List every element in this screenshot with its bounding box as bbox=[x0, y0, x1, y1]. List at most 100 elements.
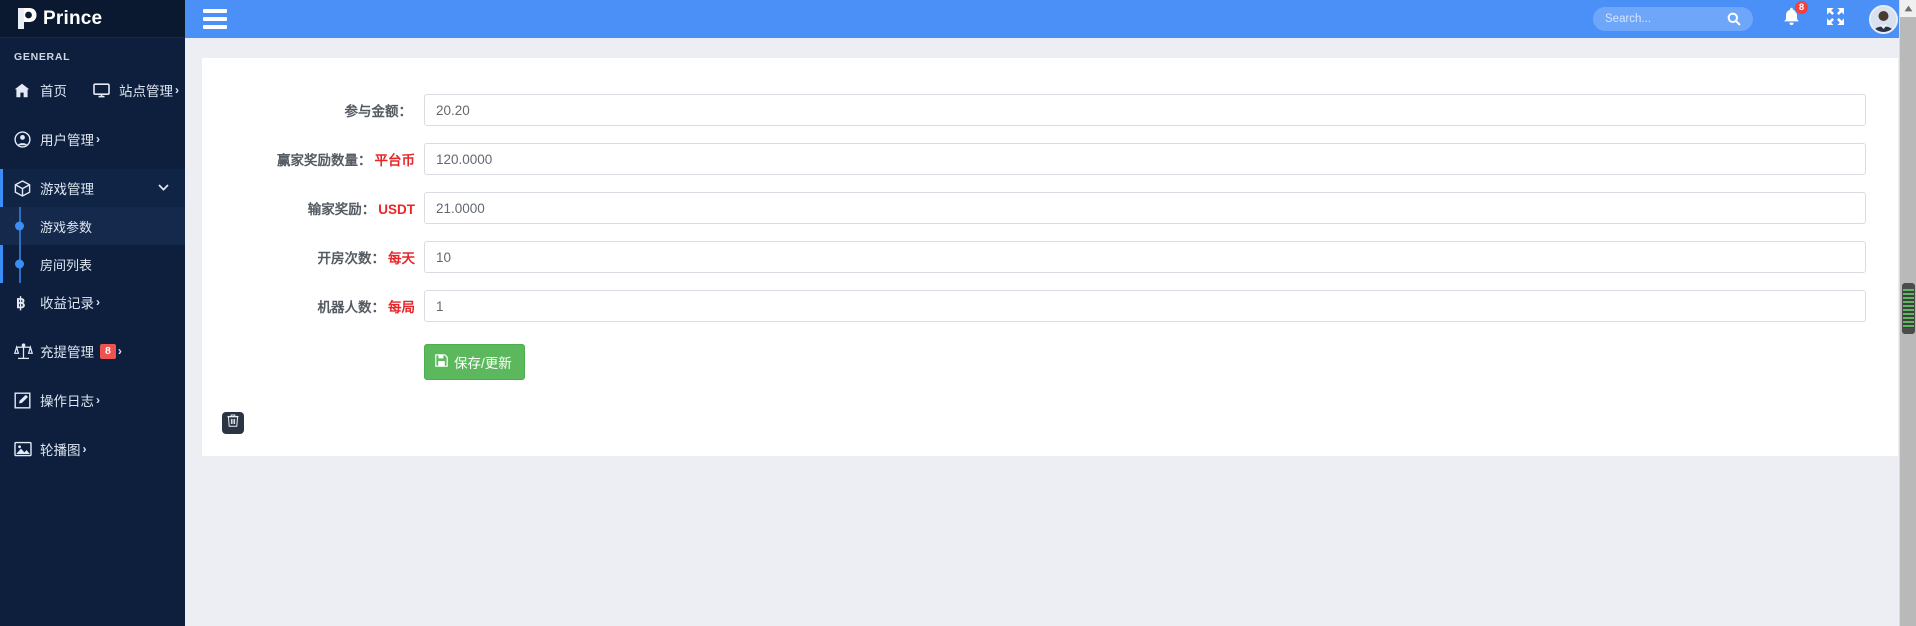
scrollbar-up-arrow-icon[interactable] bbox=[1900, 0, 1916, 17]
topbar-right-group: 8 bbox=[1593, 0, 1916, 34]
sidebar-item-income-record[interactable]: ฿ 收益记录 › bbox=[0, 283, 185, 321]
save-update-button[interactable]: 保存/更新 bbox=[424, 344, 525, 380]
sidebar-item-game-params[interactable]: 游戏参数 bbox=[0, 207, 185, 245]
sidebar-item-room-list[interactable]: 房间列表 bbox=[0, 245, 185, 283]
chevron-right-icon: › bbox=[82, 442, 87, 456]
hamburger-icon[interactable] bbox=[203, 9, 227, 29]
sidebar-item-carousel-label: 轮播图 bbox=[40, 443, 81, 458]
form-rows: 参与金额： 赢家奖励数量：平台币 bbox=[202, 94, 1898, 322]
chevron-right-icon: › bbox=[96, 295, 100, 309]
sidebar-item-income-record-label: 收益记录 bbox=[40, 296, 94, 311]
label-loser-reward-highlight: USDT bbox=[378, 202, 415, 217]
floppy-save-icon bbox=[435, 354, 448, 370]
avatar[interactable] bbox=[1869, 4, 1898, 34]
sidebar-top-row: 首页 站点管理 › bbox=[0, 71, 185, 109]
label-winner-reward-amount: 赢家奖励数量： 平台币 bbox=[202, 149, 424, 169]
sidebar-item-operation-log[interactable]: 操作日志 › bbox=[0, 381, 185, 419]
notifications-button[interactable]: 8 bbox=[1783, 0, 1809, 31]
sidebar-item-game-management[interactable]: 游戏管理 bbox=[0, 169, 185, 207]
bullet-dot-icon bbox=[15, 221, 24, 231]
sidebar-item-deposit-withdraw-label: 充提管理 bbox=[40, 345, 94, 360]
sidebar: Prince GENERAL 首页 站点管理 › 用户管理 › 游戏管理 游戏参… bbox=[0, 0, 185, 626]
form-actions: 保存/更新 bbox=[202, 344, 1898, 380]
sidebar-item-user-management[interactable]: 用户管理 › bbox=[0, 120, 185, 158]
field-loser-reward bbox=[424, 192, 1898, 224]
label-loser-reward: 输家奖励： USDT bbox=[202, 198, 424, 218]
scrollbar-thumb[interactable] bbox=[1902, 283, 1915, 334]
brand-header[interactable]: Prince bbox=[0, 0, 185, 38]
label-loser-reward-text: 输家奖励： bbox=[307, 202, 376, 217]
label-join-amount-text: 参与金额： bbox=[344, 104, 413, 119]
box-icon bbox=[14, 179, 36, 197]
search-icon[interactable] bbox=[1727, 12, 1741, 26]
sidebar-item-room-list-label: 房间列表 bbox=[40, 257, 93, 273]
field-winner-reward-amount bbox=[424, 143, 1898, 175]
label-robot-count-text: 机器人数： bbox=[317, 300, 386, 315]
chevron-right-icon: › bbox=[96, 393, 100, 407]
save-update-button-label: 保存/更新 bbox=[454, 356, 512, 371]
home-icon bbox=[14, 81, 36, 99]
page-scrollbar[interactable] bbox=[1899, 0, 1916, 626]
sidebar-item-site-management-label: 站点管理 bbox=[119, 84, 173, 99]
scales-icon bbox=[14, 342, 36, 360]
bitcoin-icon: ฿ bbox=[14, 293, 36, 311]
input-join-amount[interactable] bbox=[424, 94, 1866, 126]
trash-icon bbox=[227, 414, 239, 432]
topbar: 8 bbox=[185, 0, 1916, 38]
sidebar-item-home-label: 首页 bbox=[40, 84, 67, 99]
sidebar-item-home[interactable]: 首页 bbox=[0, 71, 67, 109]
field-robot-count bbox=[424, 290, 1898, 322]
svg-text:฿: ฿ bbox=[16, 295, 26, 311]
field-room-open-count bbox=[424, 241, 1898, 273]
brand-name: Prince bbox=[43, 7, 103, 29]
form-row-room-open-count: 开房次数： 每天 bbox=[202, 241, 1898, 273]
label-room-open-count-highlight: 每天 bbox=[388, 251, 415, 266]
input-loser-reward[interactable] bbox=[424, 192, 1866, 224]
form-actions-spacer bbox=[202, 344, 424, 380]
game-params-card: 参与金额： 赢家奖励数量：平台币 bbox=[202, 58, 1898, 456]
form-row-robot-count: 机器人数： 每局 bbox=[202, 290, 1898, 322]
form-row-loser-reward: 输家奖励： USDT bbox=[202, 192, 1898, 224]
chevron-right-icon: › bbox=[96, 132, 100, 146]
input-room-open-count[interactable] bbox=[424, 241, 1866, 273]
sidebar-item-user-management-label: 用户管理 bbox=[40, 133, 94, 148]
label-room-open-count: 开房次数： 每天 bbox=[202, 247, 424, 267]
label-room-open-count-text: 开房次数： bbox=[317, 251, 386, 266]
sidebar-submenu-game: 游戏参数 房间列表 bbox=[0, 207, 185, 283]
search-box[interactable] bbox=[1593, 7, 1753, 31]
label-robot-count-highlight: 每局 bbox=[388, 300, 415, 315]
main-area: 8 bbox=[185, 0, 1916, 626]
form-row-winner-reward-amount: 赢家奖励数量： 平台币 bbox=[202, 143, 1898, 175]
sidebar-section-label: GENERAL bbox=[14, 51, 71, 63]
notification-badge: 8 bbox=[1794, 0, 1809, 15]
bullet-dot-icon bbox=[15, 259, 24, 269]
input-robot-count[interactable] bbox=[424, 290, 1866, 322]
edit-square-icon bbox=[14, 391, 36, 409]
chevron-down-icon bbox=[158, 182, 169, 194]
sidebar-item-game-params-label: 游戏参数 bbox=[40, 219, 93, 235]
app-root: Prince GENERAL 首页 站点管理 › 用户管理 › 游戏管理 游戏参… bbox=[0, 0, 1916, 626]
sidebar-item-carousel[interactable]: 轮播图 › bbox=[0, 430, 185, 468]
user-circle-icon bbox=[14, 130, 36, 148]
sidebar-badge-count: 8 bbox=[100, 343, 116, 359]
sidebar-item-site-management[interactable]: 站点管理 › bbox=[83, 71, 179, 109]
image-icon bbox=[14, 440, 36, 458]
chevron-right-icon: › bbox=[117, 344, 122, 358]
submenu-connector-line bbox=[19, 207, 21, 283]
search-input[interactable] bbox=[1605, 13, 1727, 25]
field-join-amount bbox=[424, 94, 1898, 126]
submenu-list: 游戏参数 房间列表 bbox=[0, 207, 185, 283]
label-join-amount: 参与金额： bbox=[202, 100, 424, 120]
label-winner-reward-amount-text: 赢家奖励数量： bbox=[277, 153, 372, 168]
sidebar-item-deposit-withdraw[interactable]: 充提管理 8 › bbox=[0, 332, 185, 370]
chevron-right-icon: › bbox=[175, 83, 179, 97]
input-winner-reward-amount[interactable] bbox=[424, 143, 1866, 175]
monitor-icon bbox=[93, 81, 115, 99]
label-robot-count: 机器人数： 每局 bbox=[202, 296, 424, 316]
form-row-join-amount: 参与金额： bbox=[202, 94, 1898, 126]
expand-arrows-icon[interactable] bbox=[1826, 7, 1845, 31]
content-area: 参与金额： 赢家奖励数量：平台币 bbox=[185, 38, 1916, 626]
label-winner-reward-amount-highlight: 平台币 bbox=[374, 153, 416, 168]
bell-icon bbox=[1783, 7, 1800, 30]
delete-button[interactable] bbox=[222, 412, 244, 434]
